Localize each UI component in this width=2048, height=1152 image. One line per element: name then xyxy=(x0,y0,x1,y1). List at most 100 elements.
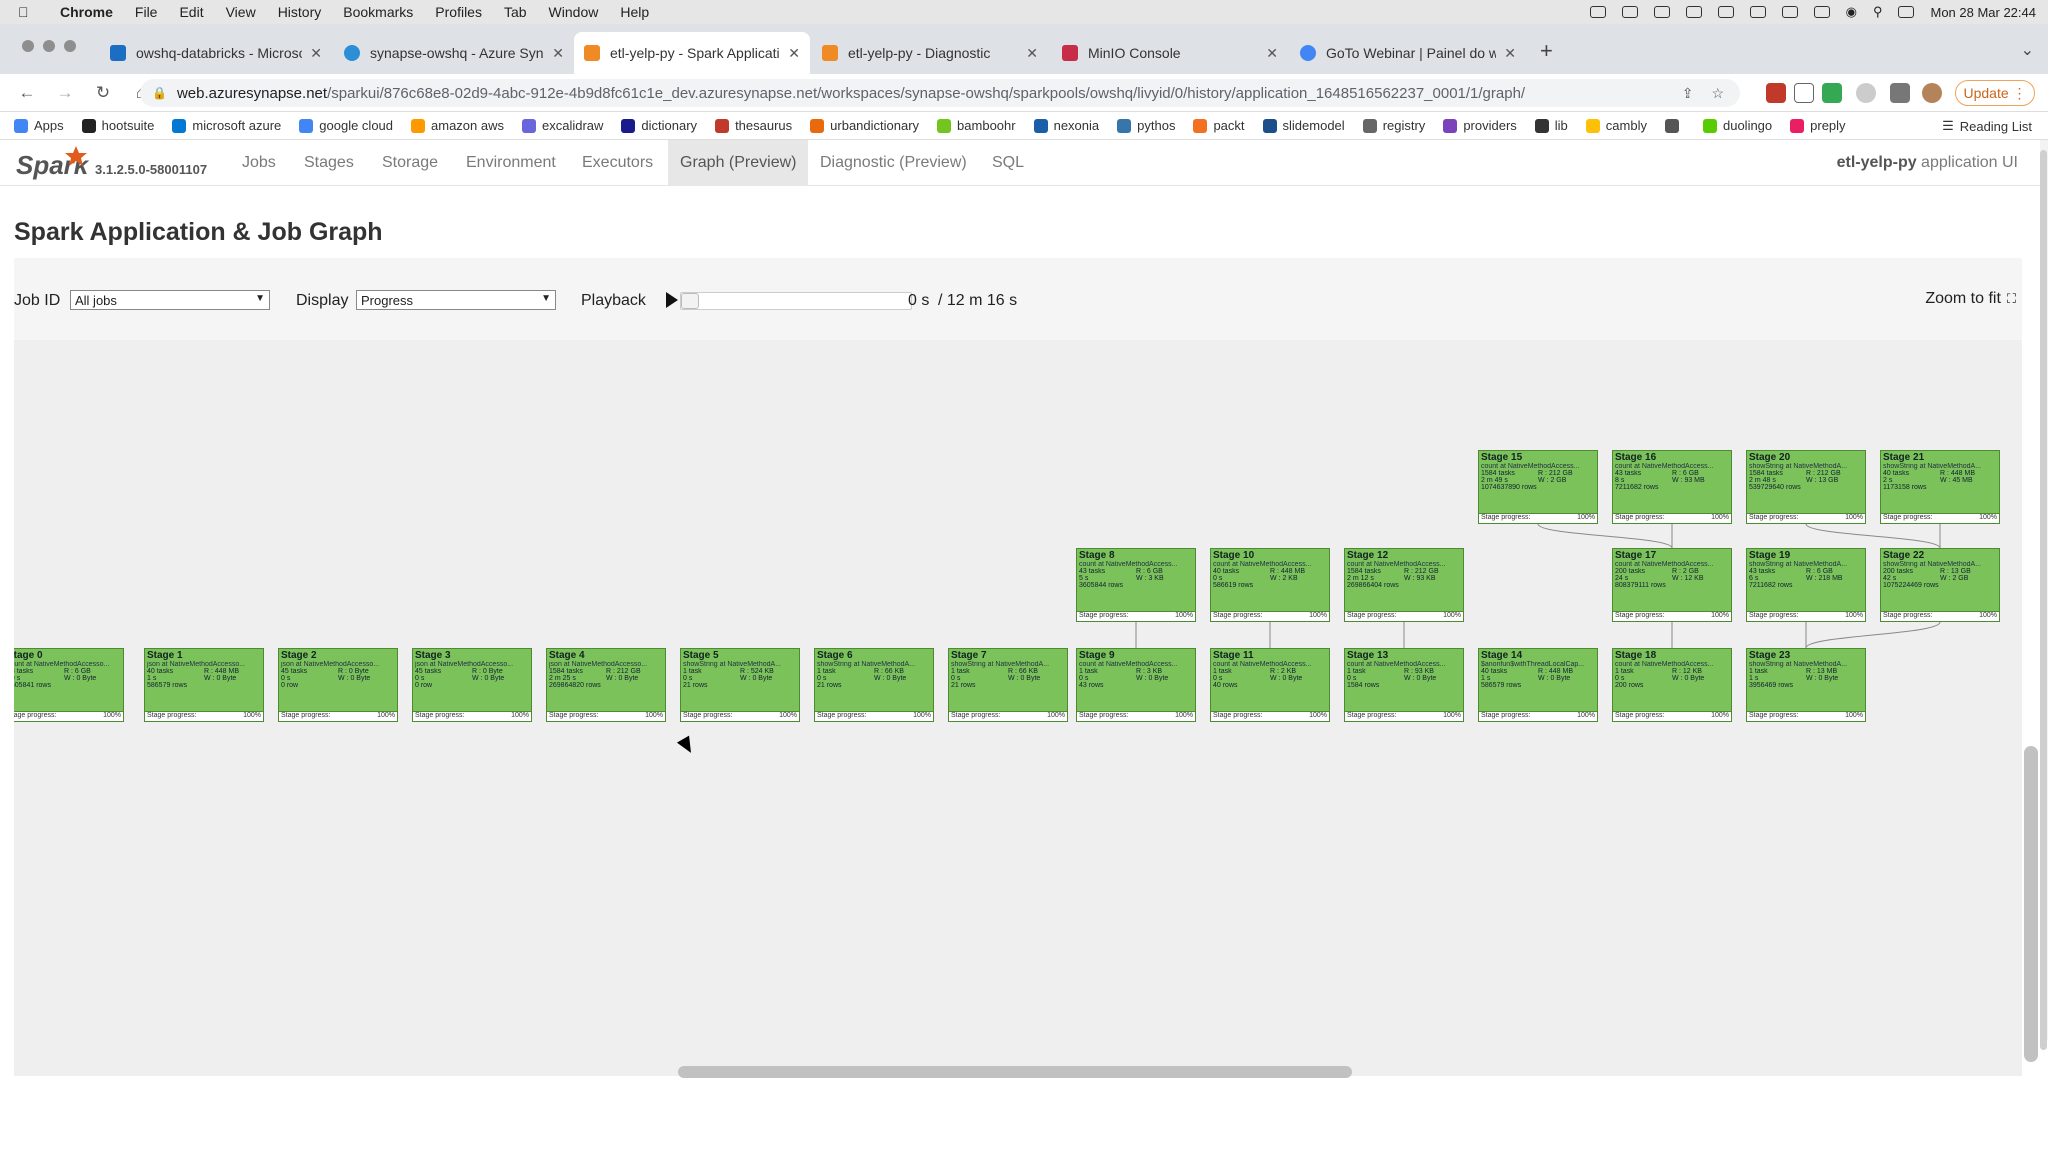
stage-node[interactable]: Stage 15 count at NativeMethodAccess... 15… xyxy=(1478,450,1598,524)
extension-icon[interactable] xyxy=(1856,83,1876,103)
nav-jobs[interactable]: Jobs xyxy=(230,140,288,186)
menu-profiles[interactable]: Profiles xyxy=(435,4,482,20)
status-icon[interactable] xyxy=(1653,6,1670,18)
bookmark-item[interactable]: amazon aws xyxy=(411,118,504,133)
play-icon[interactable] xyxy=(666,292,678,308)
bookmark-item[interactable]: pythos xyxy=(1117,118,1175,133)
bookmark-item[interactable]: cambly xyxy=(1585,118,1647,133)
minimize-window-icon[interactable] xyxy=(43,40,55,52)
avatar[interactable] xyxy=(1922,83,1942,103)
nav-stages[interactable]: Stages xyxy=(292,140,366,186)
close-tab-icon[interactable]: ✕ xyxy=(788,45,800,62)
bookmark-item[interactable] xyxy=(1664,118,1685,133)
close-tab-icon[interactable]: ✕ xyxy=(1026,45,1038,62)
close-window-icon[interactable] xyxy=(22,40,34,52)
bookmark-item[interactable]: microsoft azure xyxy=(172,118,281,133)
apple-icon[interactable]:  xyxy=(18,4,38,20)
extension-icon[interactable] xyxy=(1766,83,1786,103)
bookmark-item[interactable]: bamboohr xyxy=(937,118,1016,133)
menu-chrome[interactable]: Chrome xyxy=(60,4,113,20)
bookmark-item[interactable]: lib xyxy=(1534,118,1568,133)
bookmark-item[interactable]: thesaurus xyxy=(715,118,792,133)
close-tab-icon[interactable]: ✕ xyxy=(1504,45,1516,62)
search-icon[interactable]: ⚲ xyxy=(1873,4,1883,20)
stage-node[interactable]: Stage 1 json at NativeMethodAccesso... 40 … xyxy=(144,648,264,722)
bookmark-item[interactable]: registry xyxy=(1362,118,1425,133)
menu-edit[interactable]: Edit xyxy=(179,4,203,20)
browser-tab[interactable]: owshq-databricks - Microsoft Azure ✕ xyxy=(100,32,332,74)
stage-node[interactable]: Stage 6 showString at NativeMethodA... 1 t… xyxy=(814,648,934,722)
status-icon[interactable] xyxy=(1717,6,1734,18)
nav-sql[interactable]: SQL xyxy=(980,140,1036,186)
job-graph-canvas[interactable]: Stage 0count at NativeMethodAccesso...43… xyxy=(14,340,2022,1076)
bookmark-item[interactable]: providers xyxy=(1443,118,1517,133)
bookmark-item[interactable]: dictionary xyxy=(621,118,697,133)
status-icon[interactable] xyxy=(1749,6,1766,18)
battery-icon[interactable] xyxy=(1813,6,1830,18)
horizontal-scrollbar[interactable] xyxy=(678,1066,1352,1078)
bookmark-star-icon[interactable]: ☆ xyxy=(1711,85,1724,102)
browser-tab[interactable]: etl-yelp-py - Diagnostic ✕ xyxy=(812,32,1048,74)
graph-vertical-scrollbar[interactable] xyxy=(2024,746,2038,1062)
forward-icon[interactable]: → xyxy=(54,83,76,103)
browser-tab-active[interactable]: etl-yelp-py - Spark Application ✕ xyxy=(574,32,810,74)
menu-history[interactable]: History xyxy=(278,4,322,20)
back-icon[interactable]: ← xyxy=(16,83,38,103)
stage-node[interactable]: Stage 21 showString at NativeMethodA... 40… xyxy=(1880,450,2000,524)
close-tab-icon[interactable]: ✕ xyxy=(310,45,322,62)
nav-executors[interactable]: Executors xyxy=(570,140,665,186)
menu-view[interactable]: View xyxy=(226,4,256,20)
stage-node[interactable]: Stage 9 count at NativeMethodAccess... 1 t… xyxy=(1076,648,1196,722)
close-tab-icon[interactable]: ✕ xyxy=(552,45,564,62)
extension-icon[interactable] xyxy=(1794,83,1814,103)
status-icon[interactable] xyxy=(1589,6,1606,18)
menu-help[interactable]: Help xyxy=(620,4,649,20)
wifi-icon[interactable]: ◉ xyxy=(1846,4,1857,20)
bookmark-item[interactable]: excalidraw xyxy=(522,118,603,133)
playback-slider[interactable] xyxy=(680,292,912,310)
address-bar[interactable]: 🔒 web.azuresynapse.net/sparkui/876c68e8-… xyxy=(140,79,1740,107)
bookmark-item[interactable]: google cloud xyxy=(299,118,393,133)
bookmark-item[interactable]: hootsuite xyxy=(81,118,154,133)
puzzle-icon[interactable] xyxy=(1890,83,1910,103)
stage-node[interactable]: Stage 7 showString at NativeMethodA... 1 t… xyxy=(948,648,1068,722)
clock[interactable]: Mon 28 Mar 22:44 xyxy=(1930,5,2036,20)
lock-icon[interactable]: 🔒 xyxy=(152,86,167,100)
menu-file[interactable]: File xyxy=(135,4,158,20)
zoom-to-fit-button[interactable]: Zoom to fit ⛶ xyxy=(1925,290,2016,308)
nav-storage[interactable]: Storage xyxy=(370,140,450,186)
stage-node[interactable]: Stage 3 json at NativeMethodAccesso... 45 … xyxy=(412,648,532,722)
stage-node[interactable]: Stage 22 showString at NativeMethodA... 20… xyxy=(1880,548,2000,622)
stage-node[interactable]: Stage 8 count at NativeMethodAccess... 43 … xyxy=(1076,548,1196,622)
stage-node[interactable]: Stage 11 count at NativeMethodAccess... 1 … xyxy=(1210,648,1330,722)
spark-logo[interactable]: Spark xyxy=(14,144,96,182)
stage-node[interactable]: Stage 5 showString at NativeMethodA... 1 t… xyxy=(680,648,800,722)
maximize-window-icon[interactable] xyxy=(64,40,76,52)
nav-graph-preview[interactable]: Graph (Preview) xyxy=(668,140,809,186)
menu-bookmarks[interactable]: Bookmarks xyxy=(343,4,413,20)
bookmark-item[interactable]: duolingo xyxy=(1702,118,1772,133)
close-tab-icon[interactable]: ✕ xyxy=(1266,45,1278,62)
stage-node[interactable]: Stage 2 json at NativeMethodAccesso... 45 … xyxy=(278,648,398,722)
bookmark-item[interactable]: preply xyxy=(1790,118,1846,133)
browser-tab[interactable]: MinIO Console ✕ xyxy=(1052,32,1288,74)
bookmark-item[interactable]: packt xyxy=(1193,118,1245,133)
stage-node[interactable]: Stage 13 count at NativeMethodAccess... 1 … xyxy=(1344,648,1464,722)
menu-tab[interactable]: Tab xyxy=(504,4,527,20)
bookmark-item[interactable]: nexonia xyxy=(1033,118,1099,133)
stage-node[interactable]: Stage 4 json at NativeMethodAccesso... 158… xyxy=(546,648,666,722)
stage-node[interactable]: Stage 19 showString at NativeMethodA... 43… xyxy=(1746,548,1866,622)
page-vertical-scrollbar[interactable] xyxy=(2040,150,2047,1050)
stage-node[interactable]: Stage 0count at NativeMethodAccesso...43… xyxy=(14,648,124,722)
reading-list[interactable]: ☰ Reading List xyxy=(1942,118,2032,134)
share-icon[interactable]: ⇪ xyxy=(1682,85,1694,102)
status-icon[interactable] xyxy=(1781,6,1798,18)
display-select[interactable]: Progress ▼ xyxy=(356,290,556,310)
stage-node[interactable]: Stage 10 count at NativeMethodAccess... 40… xyxy=(1210,548,1330,622)
stage-node[interactable]: Stage 23 showString at NativeMethodA... 1 … xyxy=(1746,648,1866,722)
status-icon[interactable] xyxy=(1685,6,1702,18)
bookmark-item[interactable]: urbandictionary xyxy=(810,118,919,133)
extension-icon[interactable] xyxy=(1822,83,1842,103)
nav-environment[interactable]: Environment xyxy=(454,140,568,186)
update-button[interactable]: Update ⋮ xyxy=(1955,80,2035,106)
